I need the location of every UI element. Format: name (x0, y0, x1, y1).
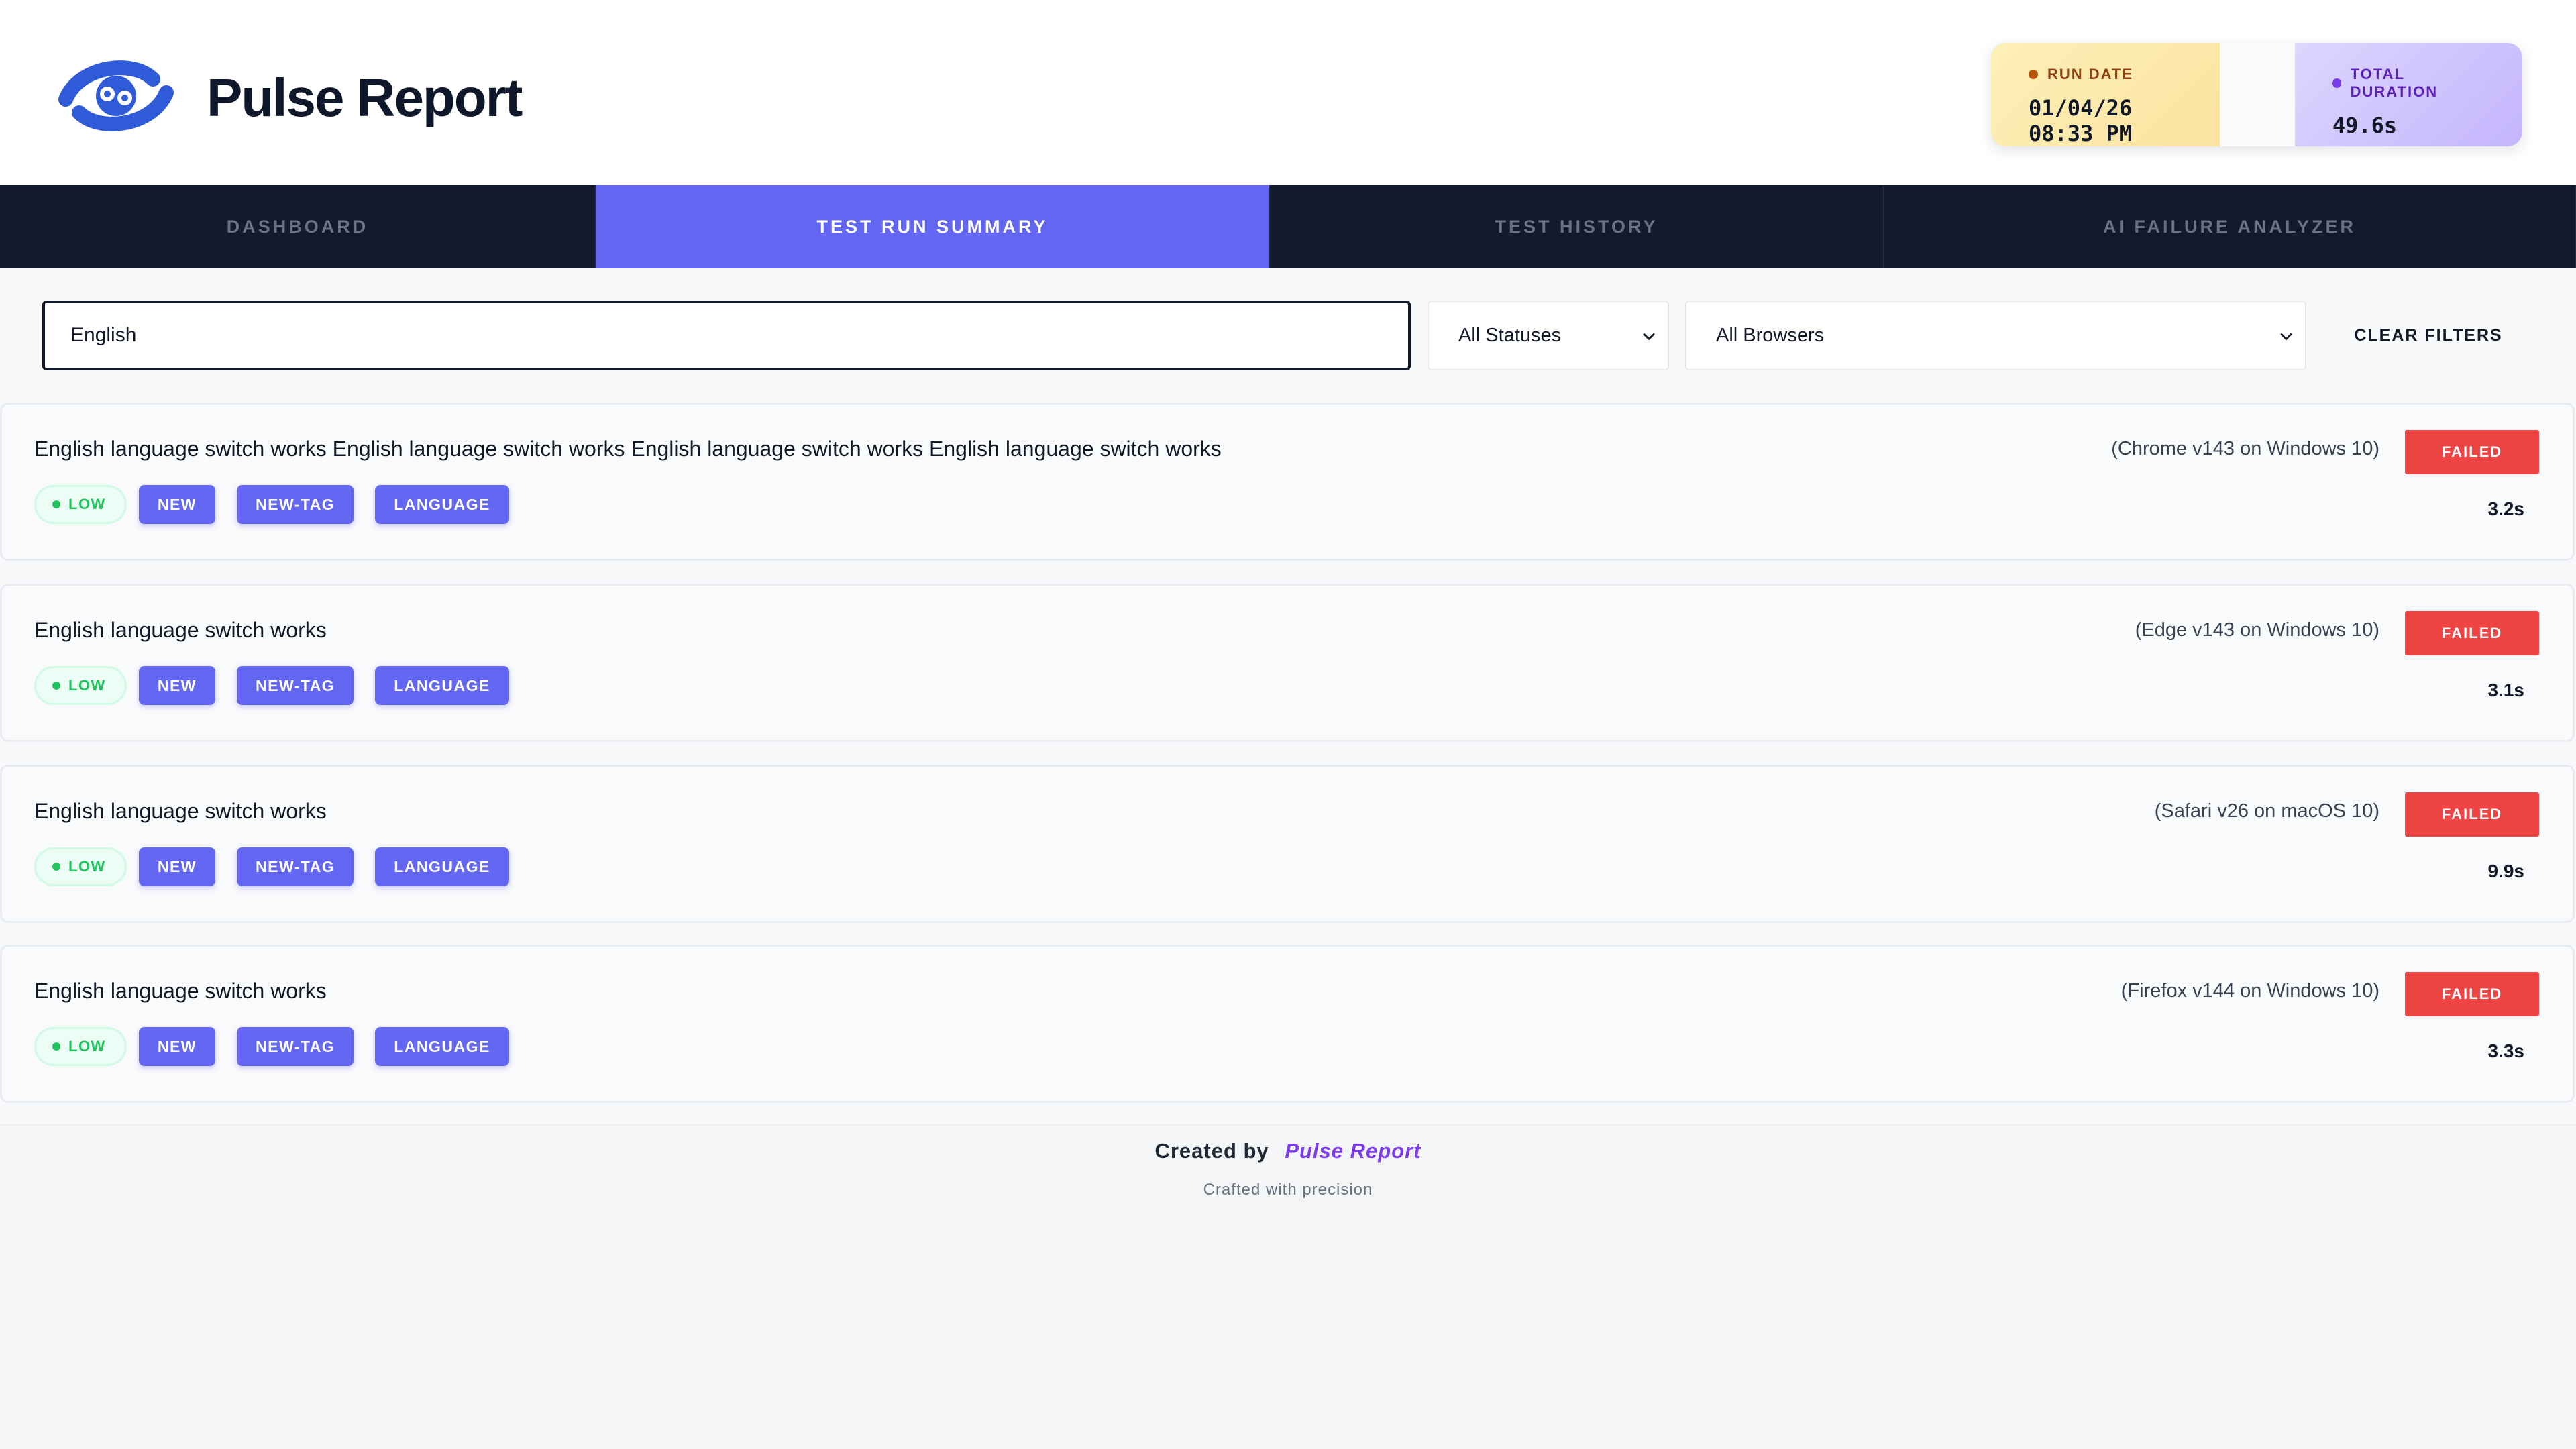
tag-badge[interactable]: NEW (138, 485, 215, 524)
test-result-card[interactable]: English language switch works (Edge v143… (0, 584, 2575, 742)
tab-test-history[interactable]: TEST HISTORY (1270, 185, 1884, 268)
tag-list: LOW NEW NEW-TAG LANGUAGE (34, 1027, 531, 1066)
run-date-card: RUN DATE 01/04/26 08:33 PM (1991, 43, 2220, 146)
tag-badge[interactable]: NEW (138, 666, 215, 705)
status-filter-select[interactable]: All Statuses (1428, 301, 1669, 370)
tag-badge[interactable]: LANGUAGE (375, 485, 509, 524)
created-by-label: Created by (1155, 1139, 1269, 1163)
tag-badge[interactable]: NEW (138, 847, 215, 886)
test-result-card[interactable]: English language switch works (Safari v2… (0, 765, 2575, 923)
test-title: English language switch works (34, 618, 327, 642)
duration-label-row: TOTAL DURATION (2332, 66, 2485, 101)
run-date-label: RUN DATE (2047, 66, 2134, 83)
severity-label: LOW (68, 1038, 106, 1055)
test-title: English language switch works English la… (34, 437, 1222, 461)
tab-dashboard[interactable]: DASHBOARD (0, 185, 596, 268)
duration-value: 49.6s (2332, 113, 2398, 138)
severity-label: LOW (68, 496, 106, 513)
test-duration: 3.1s (2487, 680, 2525, 700)
test-result-card[interactable]: English language switch works English la… (0, 402, 2575, 561)
test-browser: (Firefox v144 on Windows 10) (2121, 980, 2379, 1002)
tag-badge[interactable]: NEW-TAG (237, 485, 354, 524)
tag-list: LOW NEW NEW-TAG LANGUAGE (34, 666, 531, 705)
run-date-value: 01/04/26 08:33 PM (2029, 95, 2133, 146)
status-badge: FAILED (2405, 792, 2539, 837)
browser-filter-select[interactable]: All Browsers (1685, 301, 2306, 370)
test-duration: 3.2s (2487, 498, 2525, 519)
main-nav: DASHBOARD TEST RUN SUMMARY TEST HISTORY … (0, 185, 2576, 268)
chevron-down-icon (1643, 333, 1655, 340)
tag-badge[interactable]: LANGUAGE (375, 847, 509, 886)
footer-tagline: Crafted with precision (1203, 1181, 1373, 1199)
tag-badge[interactable]: LANGUAGE (375, 1027, 509, 1066)
tab-ai-failure-analyzer[interactable]: AI FAILURE ANALYZER (1884, 185, 2576, 268)
severity-badge: LOW (34, 847, 127, 886)
severity-label: LOW (68, 677, 106, 694)
status-badge: FAILED (2405, 972, 2539, 1016)
run-metrics: RUN DATE 01/04/26 08:33 PM TOTAL DURATIO… (1991, 43, 2522, 146)
run-date-dot-icon (2029, 70, 2038, 79)
severity-dot-icon (52, 863, 60, 871)
severity-badge: LOW (34, 1027, 127, 1066)
test-title: English language switch works (34, 799, 327, 823)
status-badge: FAILED (2405, 430, 2539, 474)
tag-badge[interactable]: NEW-TAG (237, 1027, 354, 1066)
severity-dot-icon (52, 1042, 60, 1051)
chevron-down-icon (2280, 333, 2292, 340)
created-by-line: Created by Pulse Report (0, 1139, 2576, 1163)
status-badge: FAILED (2405, 611, 2539, 655)
tag-list: LOW NEW NEW-TAG LANGUAGE (34, 847, 531, 886)
test-result-card[interactable]: English language switch works (Firefox v… (0, 945, 2575, 1103)
tag-badge[interactable]: LANGUAGE (375, 666, 509, 705)
test-title: English language switch works (34, 979, 327, 1003)
severity-label: LOW (68, 858, 106, 875)
footer: Created by Pulse Report Crafted with pre… (0, 1124, 2576, 1449)
footer-brand-link[interactable]: Pulse Report (1285, 1139, 1421, 1163)
test-browser: (Edge v143 on Windows 10) (2135, 619, 2379, 641)
tag-badge[interactable]: NEW-TAG (237, 666, 354, 705)
clear-filters-button[interactable]: CLEAR FILTERS (2328, 301, 2529, 370)
pulse-logo-icon (52, 52, 180, 143)
test-browser: (Chrome v143 on Windows 10) (2111, 438, 2379, 460)
test-duration: 9.9s (2487, 861, 2525, 881)
tab-test-run-summary[interactable]: TEST RUN SUMMARY (596, 185, 1270, 268)
filters-bar: English All Statuses All Browsers CLEAR … (0, 268, 2576, 401)
severity-badge: LOW (34, 666, 127, 705)
brand-name: Pulse Report (207, 67, 523, 127)
severity-badge: LOW (34, 485, 127, 524)
tag-badge[interactable]: NEW-TAG (237, 847, 354, 886)
run-date-label-row: RUN DATE (2029, 66, 2182, 83)
header: Pulse Report RUN DATE 01/04/26 08:33 PM … (0, 0, 2576, 185)
metric-divider (2219, 43, 2295, 146)
severity-dot-icon (52, 682, 60, 690)
tag-badge[interactable]: NEW (138, 1027, 215, 1066)
test-browser: (Safari v26 on macOS 10) (2154, 800, 2379, 822)
status-filter-value: All Statuses (1458, 324, 1562, 346)
search-input[interactable]: English (42, 301, 1411, 370)
duration-dot-icon (2332, 78, 2341, 88)
test-duration: 3.3s (2487, 1040, 2525, 1061)
duration-label: TOTAL DURATION (2350, 66, 2438, 100)
severity-dot-icon (52, 500, 60, 508)
brand[interactable]: Pulse Report (52, 52, 523, 143)
browser-filter-value: All Browsers (1716, 324, 1825, 346)
total-duration-card: TOTAL DURATION 49.6s (2294, 43, 2522, 146)
tag-list: LOW NEW NEW-TAG LANGUAGE (34, 485, 531, 524)
